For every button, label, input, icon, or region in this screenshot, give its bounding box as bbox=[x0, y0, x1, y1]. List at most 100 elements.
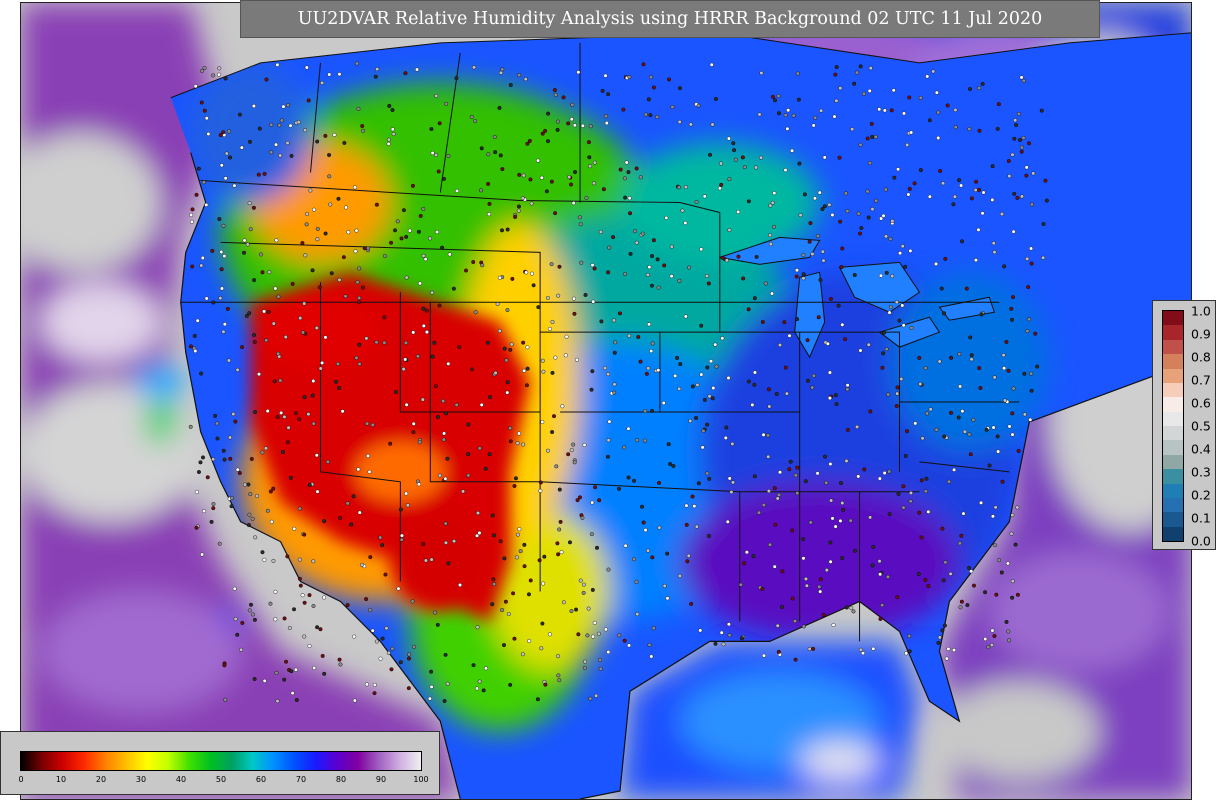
observation-marker bbox=[304, 65, 309, 70]
observation-marker bbox=[699, 247, 704, 252]
observation-marker bbox=[545, 448, 550, 453]
observation-marker bbox=[1010, 432, 1015, 437]
observation-marker bbox=[705, 422, 710, 427]
observation-marker bbox=[265, 508, 270, 513]
observation-marker bbox=[275, 62, 280, 67]
observation-marker bbox=[383, 572, 388, 577]
observation-marker bbox=[581, 590, 586, 595]
observation-marker bbox=[543, 682, 548, 687]
observation-marker bbox=[461, 489, 466, 494]
observation-marker bbox=[536, 158, 541, 163]
observation-marker bbox=[974, 179, 979, 184]
observation-marker bbox=[862, 467, 867, 472]
observation-marker bbox=[501, 643, 506, 648]
observation-marker bbox=[837, 155, 842, 160]
observation-marker bbox=[232, 586, 237, 591]
observation-marker bbox=[838, 219, 843, 224]
observation-marker bbox=[193, 349, 198, 354]
observation-marker bbox=[868, 515, 873, 520]
observation-marker bbox=[541, 581, 546, 586]
observation-marker bbox=[1031, 171, 1036, 176]
observation-marker bbox=[909, 130, 914, 135]
observation-marker bbox=[951, 202, 956, 207]
observation-marker bbox=[822, 155, 827, 160]
observation-marker bbox=[505, 308, 510, 313]
observation-marker bbox=[592, 266, 597, 271]
observation-marker bbox=[190, 207, 195, 212]
observation-marker bbox=[260, 550, 265, 555]
observation-marker bbox=[204, 116, 209, 121]
observation-marker bbox=[240, 620, 245, 625]
observation-marker bbox=[890, 274, 895, 279]
observation-marker bbox=[858, 64, 863, 69]
observation-marker bbox=[657, 525, 662, 530]
observation-marker bbox=[678, 362, 683, 367]
observation-marker bbox=[827, 396, 832, 401]
observation-marker bbox=[552, 88, 557, 93]
observation-marker bbox=[589, 532, 594, 537]
observation-marker bbox=[315, 139, 320, 144]
observation-marker bbox=[901, 323, 906, 328]
observation-marker bbox=[521, 442, 526, 447]
observation-marker bbox=[240, 345, 245, 350]
observation-marker bbox=[498, 539, 503, 544]
observation-marker bbox=[567, 540, 572, 545]
observation-marker bbox=[435, 230, 440, 235]
observation-marker bbox=[442, 431, 447, 436]
observation-marker bbox=[927, 118, 932, 123]
observation-marker bbox=[233, 616, 238, 621]
observation-marker bbox=[927, 194, 932, 199]
observation-marker bbox=[645, 272, 650, 277]
observation-marker bbox=[887, 512, 892, 517]
observation-marker bbox=[643, 528, 648, 533]
observation-marker bbox=[775, 496, 780, 501]
observation-marker bbox=[990, 514, 995, 519]
observation-marker bbox=[698, 628, 703, 633]
observation-marker bbox=[273, 617, 278, 622]
observation-marker bbox=[430, 354, 435, 359]
observation-marker bbox=[666, 442, 671, 447]
observation-marker bbox=[327, 174, 332, 179]
observation-marker bbox=[298, 583, 303, 588]
observation-marker bbox=[774, 391, 779, 396]
observation-marker bbox=[1010, 579, 1015, 584]
observation-marker bbox=[374, 340, 379, 345]
observation-marker bbox=[417, 440, 422, 445]
observation-marker bbox=[273, 589, 278, 594]
observation-marker bbox=[742, 165, 747, 170]
observation-marker bbox=[768, 233, 773, 238]
observation-marker bbox=[627, 333, 632, 338]
observation-marker bbox=[676, 185, 681, 190]
observation-marker bbox=[443, 652, 448, 657]
observation-marker bbox=[433, 153, 438, 158]
observation-marker bbox=[232, 183, 237, 188]
observation-marker bbox=[1002, 398, 1007, 403]
observation-marker bbox=[622, 445, 627, 450]
observation-marker bbox=[498, 153, 503, 158]
observation-marker bbox=[396, 586, 401, 591]
observation-marker bbox=[188, 424, 193, 429]
observation-marker bbox=[529, 271, 534, 276]
bottom-colorbar-strip bbox=[20, 751, 422, 771]
observation-marker bbox=[566, 452, 571, 457]
observation-marker bbox=[647, 642, 652, 647]
observation-marker bbox=[283, 335, 288, 340]
observation-marker bbox=[217, 217, 222, 222]
observation-marker bbox=[763, 281, 768, 286]
observation-marker bbox=[357, 342, 362, 347]
observation-marker bbox=[531, 283, 536, 288]
observation-marker bbox=[959, 239, 964, 244]
right-colorbar-segment bbox=[1163, 354, 1183, 369]
observation-marker bbox=[580, 123, 585, 128]
observation-marker bbox=[896, 167, 901, 172]
observation-marker bbox=[840, 556, 845, 561]
observation-marker bbox=[783, 113, 788, 118]
observation-marker bbox=[778, 470, 782, 475]
observation-marker bbox=[1005, 561, 1010, 566]
observation-marker bbox=[675, 355, 680, 360]
observation-marker bbox=[818, 278, 823, 282]
observation-marker bbox=[856, 211, 861, 216]
observation-marker bbox=[322, 519, 327, 524]
observation-marker bbox=[211, 501, 216, 506]
observation-marker bbox=[588, 696, 593, 701]
